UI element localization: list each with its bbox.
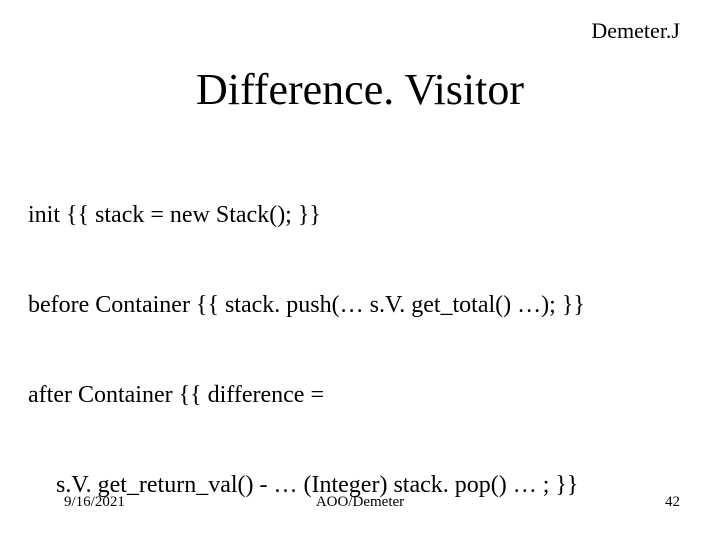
footer-center: AOO/Demeter	[0, 494, 720, 511]
slide-body: init {{ stack = new Stack(); }} before C…	[28, 140, 692, 540]
code-line-3: after Container {{ difference =	[28, 380, 692, 410]
slide: Demeter.J Difference. Visitor init {{ st…	[0, 0, 720, 540]
code-line-2: before Container {{ stack. push(… s.V. g…	[28, 290, 692, 320]
code-line-1: init {{ stack = new Stack(); }}	[28, 200, 692, 230]
header-top-right: Demeter.J	[591, 18, 680, 44]
footer-page-number: 42	[665, 494, 680, 511]
slide-title: Difference. Visitor	[0, 64, 720, 115]
slide-footer: 9/16/2021 AOO/Demeter 42	[0, 494, 720, 514]
